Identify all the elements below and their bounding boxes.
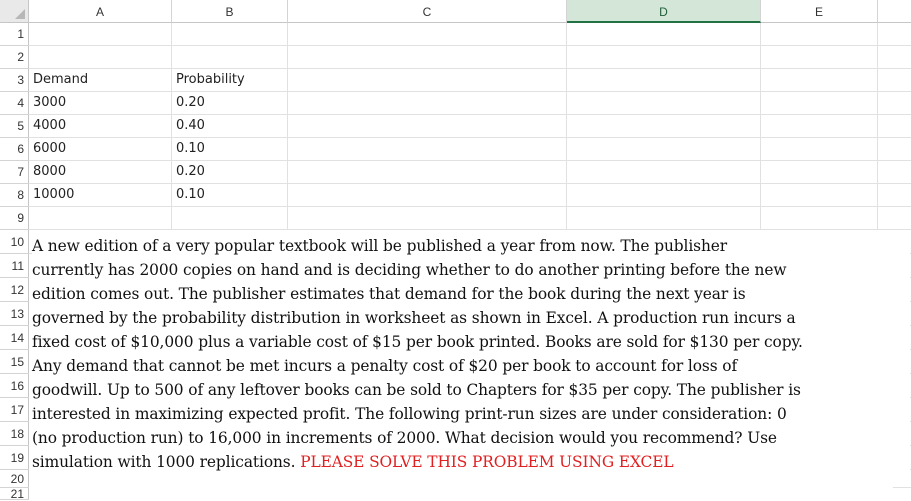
column-header-c[interactable]: C bbox=[288, 0, 567, 23]
row-header-separator bbox=[0, 397, 29, 398]
column-header-b[interactable]: B bbox=[172, 0, 288, 23]
row-header-8[interactable]: 8 bbox=[0, 184, 29, 207]
row-header-separator bbox=[0, 421, 29, 422]
row-header-separator bbox=[0, 68, 29, 69]
row-header-separator bbox=[0, 137, 29, 138]
row-header-separator bbox=[0, 325, 29, 326]
column-gridline bbox=[566, 23, 567, 230]
cell-a7-demand[interactable]: 8000 bbox=[33, 164, 66, 179]
row-gridline bbox=[29, 137, 911, 138]
row-header-17[interactable]: 17 bbox=[0, 398, 29, 422]
column-header-f[interactable] bbox=[878, 0, 911, 23]
row-header-separator bbox=[0, 469, 29, 470]
cell-a6-demand[interactable]: 6000 bbox=[33, 141, 66, 156]
column-gridline bbox=[760, 23, 761, 230]
row-header-separator bbox=[0, 206, 29, 207]
select-all-corner[interactable] bbox=[0, 0, 29, 23]
column-gridline bbox=[171, 23, 172, 230]
row-header-5[interactable]: 5 bbox=[0, 115, 29, 138]
row-header-14[interactable]: 14 bbox=[0, 326, 29, 350]
problem-line: A new edition of a very popular textbook… bbox=[32, 237, 728, 255]
cell-b4-probability[interactable]: 0.20 bbox=[176, 95, 205, 110]
cell-a3-demand-header[interactable]: Demand bbox=[33, 72, 88, 87]
row-gridline bbox=[29, 114, 911, 115]
row-header-separator bbox=[0, 277, 29, 278]
row-header-10[interactable]: 10 bbox=[0, 230, 29, 254]
problem-line: goodwill. Up to 500 of any leftover book… bbox=[32, 381, 801, 399]
row-header-7[interactable]: 7 bbox=[0, 161, 29, 184]
row-header-19[interactable]: 19 bbox=[0, 446, 29, 470]
row-header-12[interactable]: 12 bbox=[0, 278, 29, 302]
row-header-20[interactable]: 20 bbox=[0, 470, 29, 488]
row-header-2[interactable]: 2 bbox=[0, 46, 29, 69]
row-header-separator bbox=[0, 253, 29, 254]
row-header-9[interactable]: 9 bbox=[0, 207, 29, 230]
column-header-e[interactable]: E bbox=[761, 0, 878, 23]
row-header-separator bbox=[0, 349, 29, 350]
row-header-separator bbox=[0, 445, 29, 446]
problem-line: Any demand that cannot be met incurs a p… bbox=[32, 357, 738, 375]
problem-line: edition comes out. The publisher estimat… bbox=[32, 285, 746, 303]
row-header-separator bbox=[0, 373, 29, 374]
column-header-d[interactable]: D bbox=[567, 0, 761, 23]
cell-a8-demand[interactable]: 10000 bbox=[33, 187, 74, 202]
row-gridline bbox=[29, 45, 911, 46]
row-header-separator bbox=[0, 301, 29, 302]
column-gridline bbox=[287, 23, 288, 230]
problem-line: fixed cost of $10,000 plus a variable co… bbox=[32, 333, 803, 351]
spreadsheet-grid[interactable]: A B C D E 1 2 3 4 5 6 7 8 9 10 11 12 13 14 15 16 17 18 19 2… bbox=[0, 0, 911, 500]
cell-a4-demand[interactable]: 3000 bbox=[33, 95, 66, 110]
row-gridline bbox=[29, 68, 911, 69]
cell-b5-probability[interactable]: 0.40 bbox=[176, 118, 205, 133]
cell-b3-probability-header[interactable]: Probability bbox=[176, 72, 245, 87]
problem-text-box[interactable]: A new edition of a very popular textbook… bbox=[32, 234, 910, 474]
row-header-15[interactable]: 15 bbox=[0, 350, 29, 374]
row-gridline bbox=[29, 229, 911, 230]
row-header-11[interactable]: 11 bbox=[0, 254, 29, 278]
row-gridline bbox=[29, 206, 911, 207]
column-header-a[interactable]: A bbox=[29, 0, 172, 23]
row-header-separator bbox=[0, 183, 29, 184]
problem-line: interested in maximizing expected profit… bbox=[32, 405, 787, 423]
column-gridline bbox=[877, 23, 878, 230]
row-gridline bbox=[29, 183, 911, 184]
row-header-6[interactable]: 6 bbox=[0, 138, 29, 161]
row-gridline-edge bbox=[893, 487, 911, 488]
row-header-separator bbox=[0, 487, 29, 488]
row-gridline bbox=[29, 91, 911, 92]
cell-b7-probability[interactable]: 0.20 bbox=[176, 164, 205, 179]
row-header-3[interactable]: 3 bbox=[0, 69, 29, 92]
row-header-separator bbox=[0, 45, 29, 46]
row-header-separator bbox=[0, 91, 29, 92]
row-header-separator bbox=[0, 160, 29, 161]
row-gridline bbox=[29, 160, 911, 161]
cell-a5-demand[interactable]: 4000 bbox=[33, 118, 66, 133]
row-header-separator bbox=[0, 114, 29, 115]
select-all-triangle-icon bbox=[15, 9, 25, 19]
problem-last-line: simulation with 1000 replications. PLEAS… bbox=[32, 450, 910, 474]
cell-b6-probability[interactable]: 0.10 bbox=[176, 141, 205, 156]
problem-line: currently has 2000 copies on hand and is… bbox=[32, 261, 787, 279]
problem-line: governed by the probability distribution… bbox=[32, 309, 796, 327]
row-header-16[interactable]: 16 bbox=[0, 374, 29, 398]
row-header-13[interactable]: 13 bbox=[0, 302, 29, 326]
row-header-18[interactable]: 18 bbox=[0, 422, 29, 446]
row-header-4[interactable]: 4 bbox=[0, 92, 29, 115]
row-header-separator bbox=[0, 229, 29, 230]
problem-line: (no production run) to 16,000 in increme… bbox=[32, 429, 777, 447]
problem-highlight-request: PLEASE SOLVE THIS PROBLEM USING EXCEL bbox=[300, 453, 674, 471]
row-header-1[interactable]: 1 bbox=[0, 23, 29, 46]
cell-b8-probability[interactable]: 0.10 bbox=[176, 187, 205, 202]
problem-last-line-text: simulation with 1000 replications. bbox=[32, 453, 301, 471]
